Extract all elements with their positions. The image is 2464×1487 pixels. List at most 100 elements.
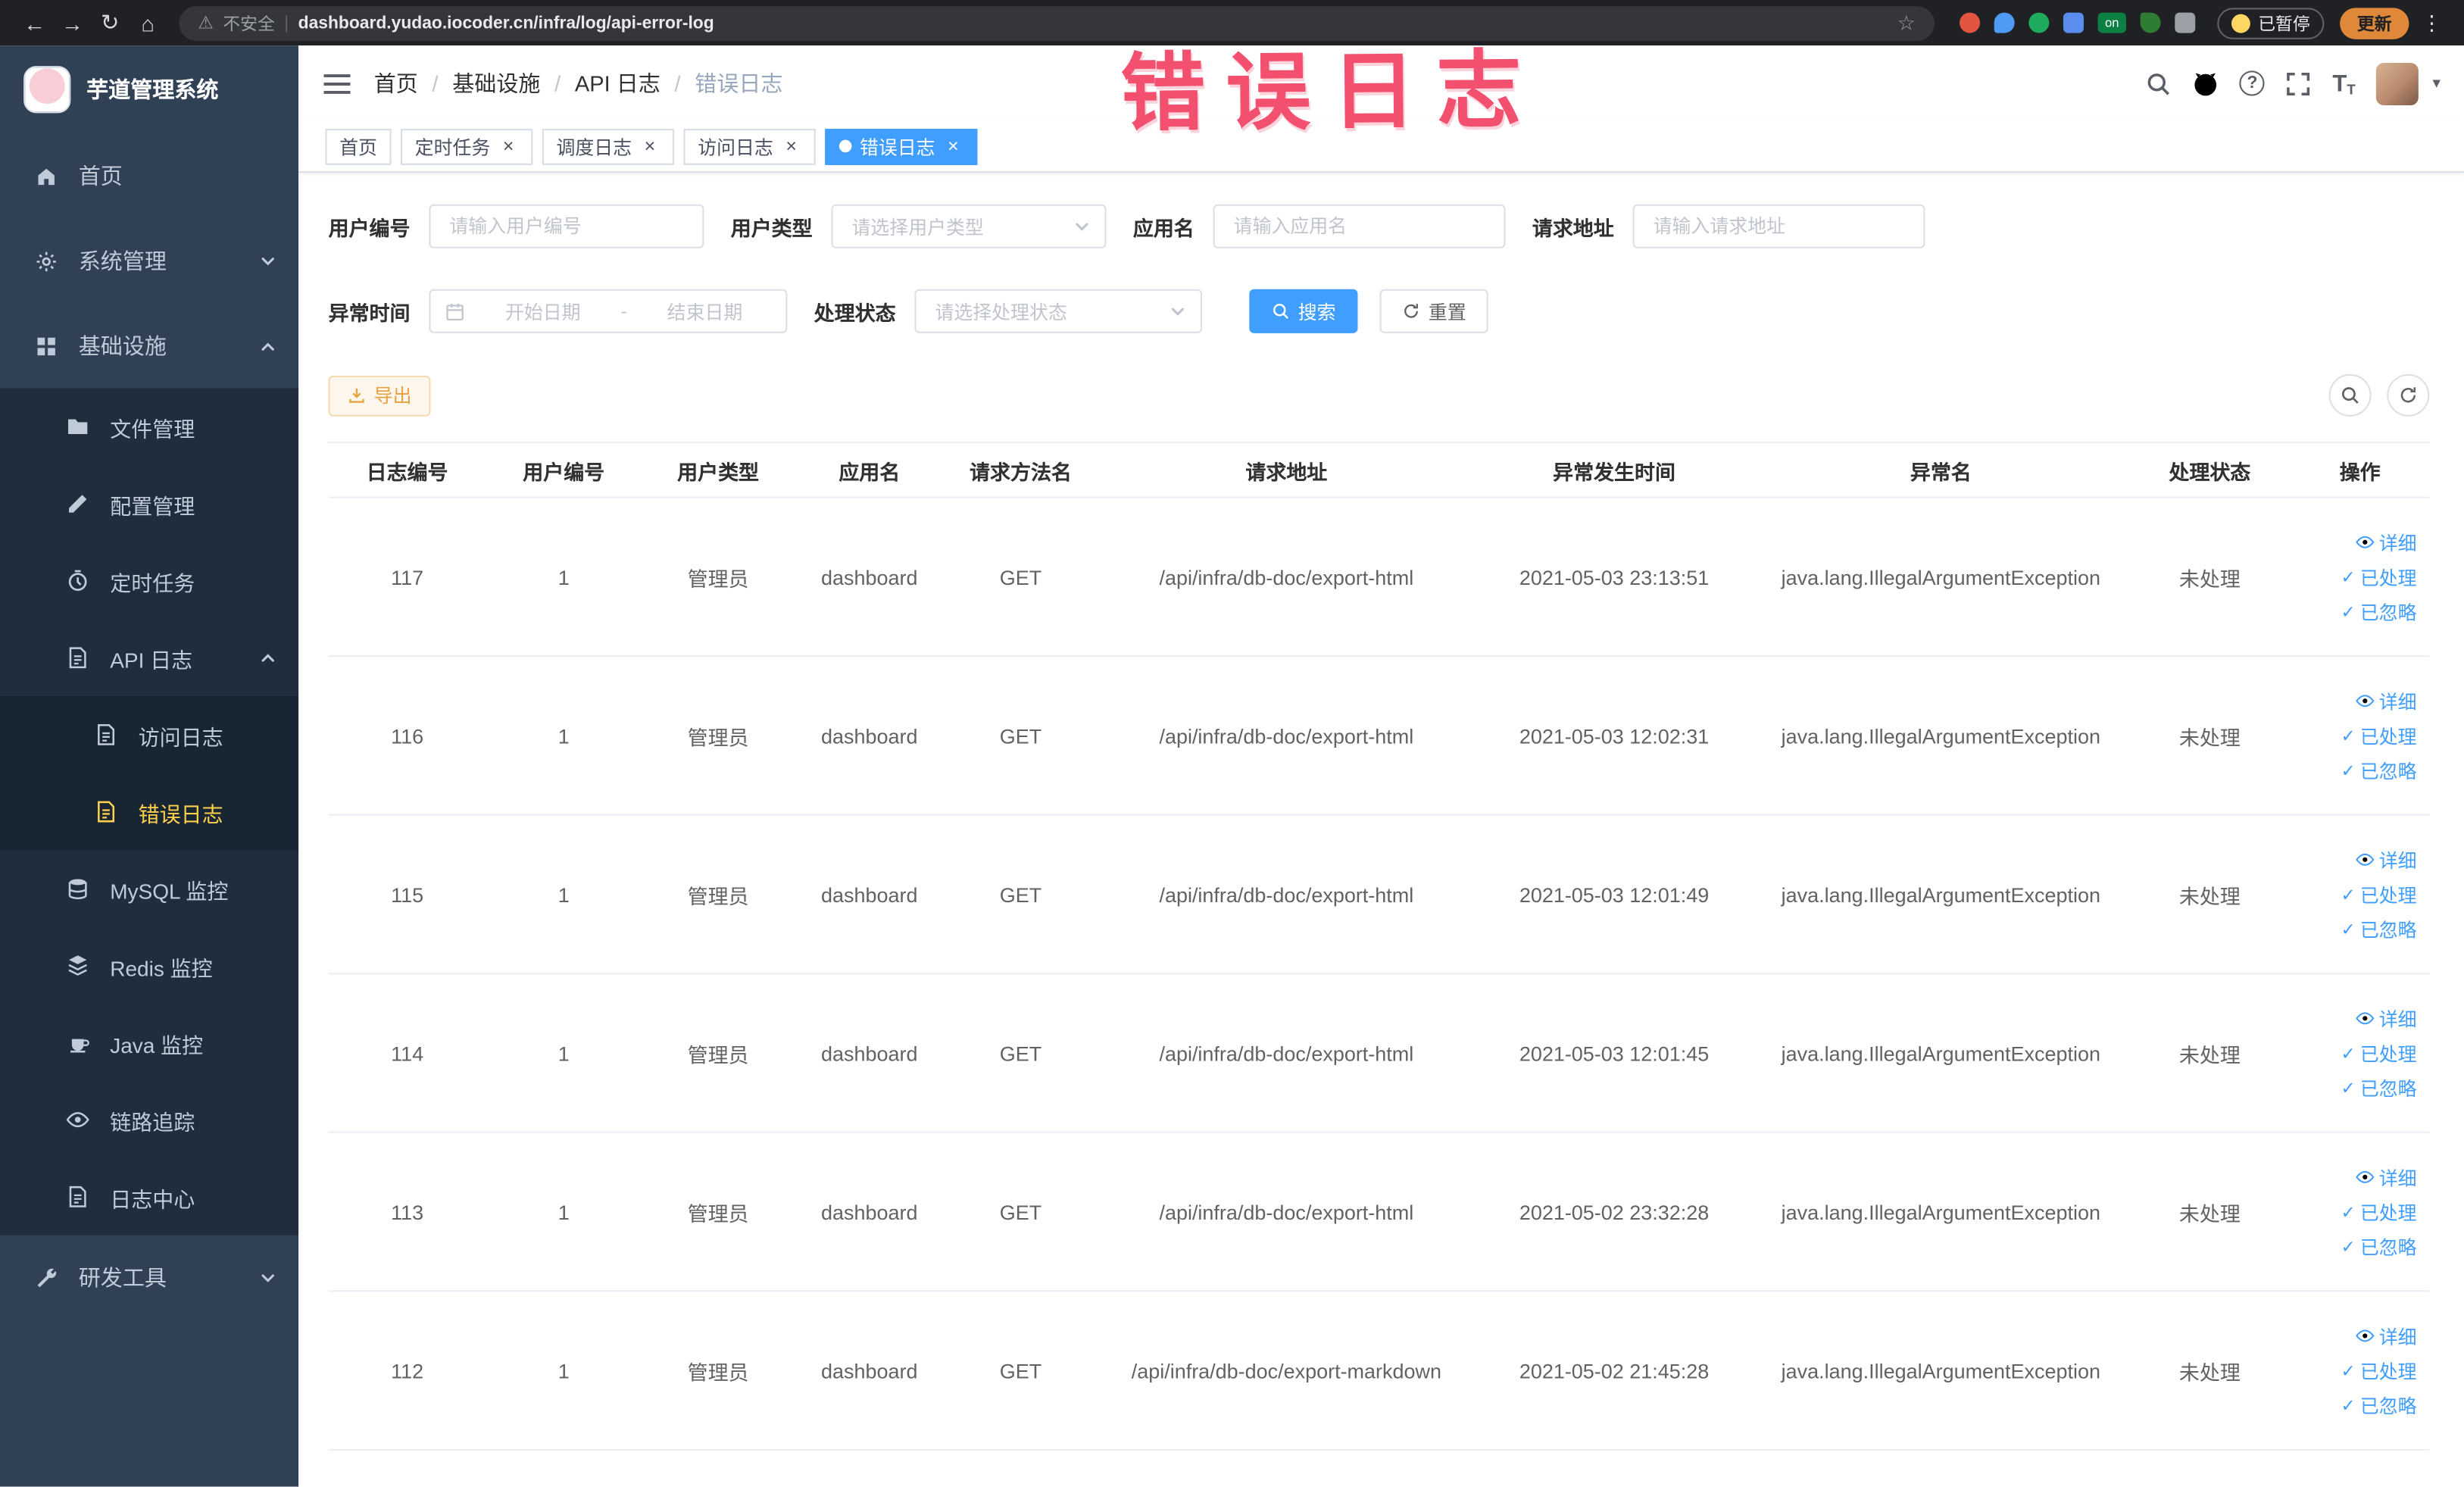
detail-link[interactable]: 详细 [2356, 1164, 2417, 1190]
reset-button[interactable]: 重置 [1379, 289, 1488, 333]
gear-icon [35, 249, 58, 273]
user-type-select[interactable]: 请选择用户类型 [831, 204, 1107, 248]
ignored-link[interactable]: ✓ 已忽略 [2341, 1233, 2417, 1260]
app-name-input[interactable] [1213, 204, 1506, 248]
sidebar: 芋道管理系统 首页 系统管理 基础设施 文件管理 配置管理 定时任务 API 日… [0, 45, 299, 1487]
export-button[interactable]: 导出 [328, 374, 431, 416]
breadcrumb-item[interactable]: 基础设施 [452, 67, 540, 98]
sidebar-item-redis-monitor[interactable]: Redis 监控 [0, 927, 298, 1004]
address-bar[interactable]: ⚠ 不安全 | dashboard.yudao.iocoder.cn/infra… [179, 5, 1935, 40]
action-label: 已处理 [2359, 1201, 2417, 1224]
sidebar-item-scheduled-job[interactable]: 定时任务 [0, 542, 298, 620]
extension-icon-green[interactable] [2028, 12, 2050, 33]
sidebar-item-access-log[interactable]: 访问日志 [0, 696, 299, 773]
font-size-icon[interactable]: T T [2332, 70, 2355, 96]
detail-link[interactable]: 详细 [2356, 688, 2417, 714]
sidebar-item-trace[interactable]: 链路追踪 [0, 1081, 298, 1158]
extension-icon-plug[interactable] [2175, 12, 2196, 33]
processed-link[interactable]: ✓ 已处理 [2341, 722, 2417, 748]
ignored-link[interactable]: ✓ 已忽略 [2341, 1392, 2417, 1418]
ignored-link[interactable]: ✓ 已忽略 [2341, 1074, 2417, 1101]
status-select[interactable]: 请选择处理状态 [914, 289, 1203, 333]
extension-icon-grid[interactable] [2063, 12, 2084, 33]
browser-home-icon[interactable]: ⌂ [129, 4, 167, 42]
cell-method: GET [999, 1199, 1042, 1224]
search-icon[interactable] [2145, 70, 2172, 96]
sidebar-item-api-log[interactable]: API 日志 [0, 619, 298, 696]
eye-icon [2356, 1009, 2375, 1028]
breadcrumb-item[interactable]: 首页 [374, 67, 418, 98]
chevron-down-icon [259, 1269, 276, 1286]
cell-app: dashboard [821, 723, 918, 748]
sidebar-item-file-manage[interactable]: 文件管理 [0, 388, 298, 465]
sidebar-item-home[interactable]: 首页 [0, 133, 298, 218]
close-icon[interactable]: × [639, 136, 660, 156]
sidebar-item-system[interactable]: 系统管理 [0, 218, 298, 303]
detail-link[interactable]: 详细 [2356, 1323, 2417, 1349]
check-icon: ✓ [2341, 1237, 2356, 1257]
paused-badge[interactable]: 已暂停 [2217, 7, 2325, 39]
cell-url: /api/infra/db-doc/export-html [1159, 1199, 1414, 1224]
ignored-link[interactable]: ✓ 已忽略 [2341, 598, 2417, 624]
close-icon[interactable]: × [943, 136, 963, 156]
request-url-input[interactable] [1632, 204, 1925, 248]
user-id-input[interactable] [429, 204, 704, 248]
processed-link[interactable]: ✓ 已处理 [2341, 1039, 2417, 1066]
tab-schedule-log[interactable]: 调度日志 × [542, 128, 675, 164]
cell-status: 未处理 [2178, 1201, 2241, 1226]
detail-link[interactable]: 详细 [2356, 846, 2417, 873]
processed-link[interactable]: ✓ 已处理 [2341, 1198, 2417, 1225]
sidebar-item-config-manage[interactable]: 配置管理 [0, 465, 298, 542]
extension-icon-on[interactable]: on [2097, 12, 2126, 33]
check-icon: ✓ [2341, 1203, 2356, 1223]
hamburger-icon[interactable] [322, 70, 351, 96]
help-icon[interactable]: ? [2239, 70, 2266, 96]
fullscreen-icon[interactable] [2285, 70, 2312, 96]
refresh-table-button[interactable] [2387, 373, 2430, 417]
github-icon[interactable] [2193, 70, 2219, 96]
forward-icon[interactable]: → [54, 4, 92, 42]
caret-down-icon[interactable]: ▾ [2432, 75, 2440, 92]
avatar[interactable] [2375, 61, 2419, 105]
sidebar-item-dev-tools[interactable]: 研发工具 [0, 1236, 298, 1320]
sidebar-item-log-center[interactable]: 日志中心 [0, 1158, 298, 1236]
breadcrumb-item[interactable]: API 日志 [575, 67, 661, 98]
cell-user-id: 1 [557, 1358, 570, 1382]
processed-link[interactable]: ✓ 已处理 [2341, 564, 2417, 590]
extension-icon-tree[interactable] [2140, 12, 2161, 33]
tab-access-log[interactable]: 访问日志 × [683, 128, 816, 164]
tab-home[interactable]: 首页 [325, 128, 392, 164]
back-icon[interactable]: ← [16, 4, 54, 42]
sidebar-item-error-log[interactable]: 错误日志 [0, 773, 299, 851]
sidebar-item-mysql-monitor[interactable]: MySQL 监控 [0, 850, 298, 927]
sidebar-item-infra[interactable]: 基础设施 [0, 303, 298, 388]
sidebar-item-label: 定时任务 [110, 571, 195, 595]
cell-method: GET [999, 882, 1042, 907]
bookmark-star-icon[interactable]: ☆ [1897, 10, 1916, 35]
close-icon[interactable]: × [498, 136, 519, 156]
browser-menu-icon[interactable]: ⋮ [2416, 10, 2449, 35]
cell-exception: java.lang.IllegalArgumentException [1781, 1199, 2100, 1224]
reload-icon[interactable]: ↻ [91, 4, 129, 42]
tab-scheduled-job[interactable]: 定时任务 ⋮ × [401, 128, 533, 164]
sidebar-item-java-monitor[interactable]: Java 监控 [0, 1004, 298, 1082]
update-button[interactable]: 更新 [2340, 7, 2409, 39]
ignored-link[interactable]: ✓ 已忽略 [2341, 915, 2417, 942]
processed-link[interactable]: ✓ 已处理 [2341, 1357, 2417, 1383]
ignored-link[interactable]: ✓ 已忽略 [2341, 757, 2417, 783]
extension-icon-drop[interactable] [1994, 12, 2015, 33]
cell-method: GET [999, 564, 1042, 589]
cell-status: 未处理 [2178, 883, 2241, 908]
detail-link[interactable]: 详细 [2356, 1005, 2417, 1032]
detail-link[interactable]: 详细 [2356, 529, 2417, 555]
browser-toolbar: ← → ↻ ⌂ ⚠ 不安全 | dashboard.yudao.iocoder.… [0, 0, 2464, 46]
processed-link[interactable]: ✓ 已处理 [2341, 881, 2417, 908]
extension-icon-red[interactable] [1960, 12, 1981, 33]
tab-error-log[interactable]: 错误日志 × [825, 128, 978, 164]
url-text: dashboard.yudao.iocoder.cn/infra/log/api… [298, 13, 714, 33]
close-icon[interactable]: × [781, 136, 801, 156]
search-button[interactable]: 搜索 [1249, 289, 1358, 333]
toggle-search-button[interactable] [2328, 373, 2372, 417]
app-logo[interactable]: 芋道管理系统 [0, 45, 298, 133]
date-range-picker[interactable]: 开始日期 - 结束日期 [429, 289, 788, 333]
